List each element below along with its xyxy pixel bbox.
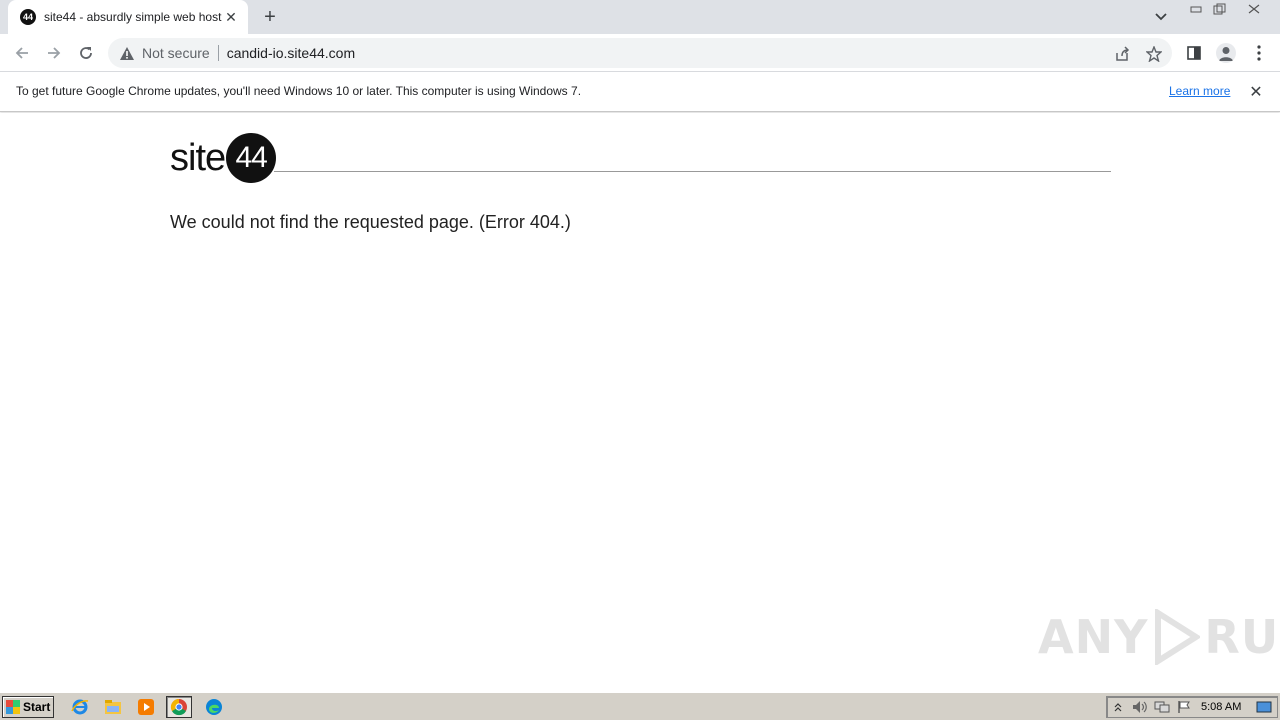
infobar-message: To get future Google Chrome updates, you… [16, 84, 582, 98]
logo-badge: 44 [226, 133, 277, 183]
tab-title: site44 - absurdly simple web hosting [44, 10, 222, 24]
tab-close-icon[interactable]: ✕ [222, 8, 240, 26]
chrome-icon[interactable] [166, 696, 192, 718]
media-player-icon[interactable] [133, 696, 159, 718]
watermark-play-icon [1155, 609, 1201, 665]
learn-more-link[interactable]: Learn more [1169, 84, 1230, 98]
watermark-right-text: RUN [1204, 610, 1280, 664]
watermark-left-text: ANY [1038, 610, 1149, 664]
start-button[interactable]: Start [2, 696, 54, 718]
anyrun-watermark: ANY RUN [1038, 609, 1280, 665]
logo-text: site [170, 136, 226, 179]
warning-triangle-icon[interactable] [120, 46, 134, 60]
site44-favicon-icon: 44 [20, 9, 36, 25]
windows-flag-icon [6, 700, 20, 714]
side-panel-icon[interactable] [1181, 40, 1207, 66]
show-desktop-icon[interactable] [1253, 698, 1275, 716]
system-tray: 5:08 AM [1106, 696, 1278, 718]
security-label[interactable]: Not secure [142, 45, 210, 61]
tray-expand-icon[interactable] [1107, 698, 1129, 716]
address-bar[interactable]: Not secure candid-io.site44.com [108, 38, 1172, 68]
network-icon[interactable] [1151, 698, 1173, 716]
tab-active[interactable]: 44 site44 - absurdly simple web hosting … [8, 0, 248, 34]
browser-toolbar: Not secure candid-io.site44.com [0, 34, 1280, 72]
page-content: site 44 We could not find the requested … [0, 113, 1280, 692]
profile-avatar-icon[interactable] [1213, 40, 1239, 66]
windows-taskbar: Start 5:08 AM [0, 692, 1280, 720]
forward-arrow-icon[interactable] [41, 40, 67, 66]
action-center-flag-icon[interactable] [1173, 698, 1195, 716]
omnibox-separator [217, 45, 219, 61]
back-arrow-icon[interactable] [9, 40, 35, 66]
reload-icon[interactable] [73, 40, 99, 66]
restore-button[interactable] [1208, 0, 1232, 18]
minimize-button[interactable] [1184, 0, 1208, 18]
update-infobar: To get future Google Chrome updates, you… [0, 72, 1280, 112]
error-message: We could not find the requested page. (E… [170, 212, 571, 232]
infobar-close-icon[interactable]: ✕ [1246, 82, 1266, 102]
explorer-icon[interactable] [100, 696, 126, 718]
new-tab-button[interactable]: + [258, 5, 282, 29]
tab-strip: 44 site44 - absurdly simple web hosting … [0, 0, 1280, 34]
site44-logo[interactable]: site 44 [170, 133, 277, 183]
header-divider [274, 171, 1111, 172]
close-window-button[interactable] [1242, 0, 1266, 18]
menu-kebab-icon[interactable] [1246, 40, 1272, 66]
taskbar-clock[interactable]: 5:08 AM [1201, 701, 1241, 713]
edge-icon[interactable] [201, 696, 227, 718]
url-text[interactable]: candid-io.site44.com [227, 45, 355, 61]
tab-search-chevron-icon[interactable] [1150, 6, 1172, 28]
share-icon[interactable] [1112, 44, 1132, 64]
bookmark-star-icon[interactable] [1144, 44, 1164, 64]
ie-icon[interactable] [67, 696, 93, 718]
volume-icon[interactable] [1129, 698, 1151, 716]
start-label: Start [23, 700, 51, 714]
